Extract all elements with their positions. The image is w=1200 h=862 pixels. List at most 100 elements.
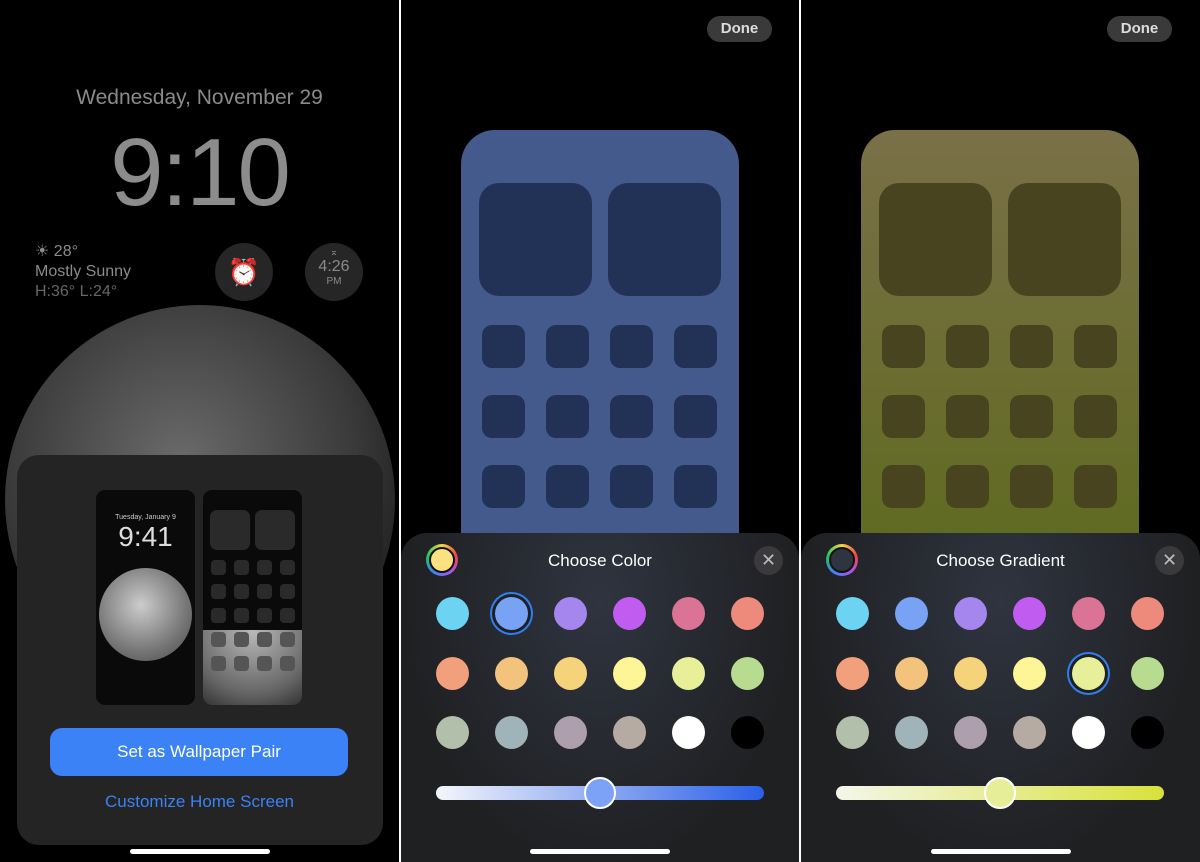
app-icon-placeholder: [946, 465, 989, 508]
wallpaper-pair-sheet: [17, 455, 383, 845]
color-swatch[interactable]: [836, 656, 869, 690]
app-icon-placeholder: [546, 395, 589, 438]
color-swatch[interactable]: [895, 656, 928, 690]
color-swatch[interactable]: [1013, 597, 1046, 630]
app-icon-placeholder: [1074, 325, 1117, 368]
home-indicator: [530, 849, 670, 854]
home-screen-preview: [203, 490, 302, 705]
weather-widget[interactable]: ☀ 28° Mostly Sunny H:36° L:24°: [35, 242, 131, 302]
preview-date: Tuesday, January 9: [115, 514, 176, 521]
color-swatch[interactable]: [1072, 597, 1105, 630]
done-button[interactable]: Done: [707, 16, 772, 42]
color-swatch[interactable]: [613, 656, 646, 690]
color-swatch[interactable]: [1013, 656, 1046, 690]
app-icon-placeholder: [280, 560, 295, 575]
color-swatch[interactable]: [1131, 716, 1164, 749]
app-icon-placeholder: [257, 632, 272, 647]
app-icon-placeholder: [234, 560, 249, 575]
app-icon-placeholder: [610, 395, 653, 438]
app-icon-placeholder: [882, 325, 925, 368]
sunset-time: 4:26: [318, 258, 350, 275]
app-icon-placeholder: [482, 395, 525, 438]
color-swatch[interactable]: [554, 656, 587, 690]
home-screen-preview: [461, 130, 739, 570]
app-icon-placeholder: [257, 560, 272, 575]
choose-color-panel: Done Choose Color ✕: [401, 0, 799, 862]
app-icon-placeholder: [1010, 325, 1053, 368]
sunset-ampm: PM: [326, 276, 342, 287]
color-swatch[interactable]: [613, 716, 646, 749]
home-indicator: [129, 849, 270, 854]
lock-date: Wednesday, November 29: [76, 86, 323, 109]
close-icon[interactable]: ✕: [754, 546, 783, 575]
color-swatch[interactable]: [1072, 656, 1105, 690]
widget-placeholder: [210, 510, 250, 550]
color-swatch[interactable]: [895, 716, 928, 749]
app-icon-placeholder: [257, 584, 272, 599]
app-icon-placeholder: [882, 465, 925, 508]
app-icon-placeholder: [1010, 395, 1053, 438]
color-swatch[interactable]: [554, 597, 587, 630]
color-swatch[interactable]: [954, 656, 987, 690]
color-swatch[interactable]: [836, 597, 869, 630]
color-swatch[interactable]: [495, 597, 528, 630]
sun-icon: ☀: [35, 243, 50, 260]
app-icon-placeholder: [257, 608, 272, 623]
color-swatch[interactable]: [895, 597, 928, 630]
color-swatch[interactable]: [731, 597, 764, 630]
widget-placeholder: [879, 183, 992, 296]
app-icon-placeholder: [546, 465, 589, 508]
app-icon-placeholder: [280, 584, 295, 599]
color-swatch[interactable]: [731, 656, 764, 690]
app-icon-placeholder: [211, 632, 226, 647]
app-icon-placeholder: [946, 395, 989, 438]
app-icon-placeholder: [234, 584, 249, 599]
customize-home-screen-link[interactable]: Customize Home Screen: [0, 792, 399, 812]
color-swatch[interactable]: [436, 716, 469, 749]
color-swatch[interactable]: [554, 716, 587, 749]
sheet-title: Choose Gradient: [936, 551, 1065, 570]
color-swatch[interactable]: [672, 716, 705, 749]
color-swatch[interactable]: [672, 656, 705, 690]
app-icon-placeholder: [946, 325, 989, 368]
weather-range: H:36° L:24°: [35, 283, 118, 300]
home-indicator: [930, 849, 1071, 854]
app-icon-placeholder: [674, 465, 717, 508]
app-icon-placeholder: [1074, 395, 1117, 438]
color-swatch[interactable]: [495, 656, 528, 690]
app-icon-placeholder: [280, 656, 295, 671]
done-button[interactable]: Done: [1107, 16, 1172, 42]
slider-thumb[interactable]: [984, 777, 1016, 809]
color-swatch[interactable]: [731, 716, 764, 749]
app-icon-placeholder: [546, 325, 589, 368]
color-swatch[interactable]: [836, 716, 869, 749]
color-swatch[interactable]: [1072, 716, 1105, 749]
sunset-widget[interactable]: ⌅ 4:26 PM: [305, 243, 363, 301]
color-swatch[interactable]: [954, 716, 987, 749]
app-icon-placeholder: [211, 560, 226, 575]
slider-thumb[interactable]: [584, 777, 616, 809]
app-icon-placeholder: [211, 584, 226, 599]
app-icon-placeholder: [234, 632, 249, 647]
widget-placeholder: [479, 183, 592, 296]
alarm-clock-icon[interactable]: ⏰: [215, 243, 273, 301]
preview-time: 9:41: [118, 521, 173, 552]
color-swatch[interactable]: [436, 656, 469, 690]
color-swatch[interactable]: [1131, 656, 1164, 690]
app-icon-placeholder: [482, 325, 525, 368]
set-wallpaper-pair-button[interactable]: Set as Wallpaper Pair: [50, 728, 348, 776]
choose-gradient-panel: Done Choose Gradient ✕: [801, 0, 1200, 862]
color-swatch[interactable]: [436, 597, 469, 630]
color-swatch[interactable]: [1013, 716, 1046, 749]
close-icon[interactable]: ✕: [1155, 546, 1184, 575]
lock-time: 9:10: [110, 119, 291, 226]
app-icon-placeholder: [211, 608, 226, 623]
color-swatch[interactable]: [672, 597, 705, 630]
color-swatch[interactable]: [954, 597, 987, 630]
color-swatch[interactable]: [495, 716, 528, 749]
color-swatch[interactable]: [1131, 597, 1164, 630]
home-screen-preview: [861, 130, 1139, 570]
color-swatch[interactable]: [613, 597, 646, 630]
weather-temp: 28°: [53, 243, 78, 260]
app-icon-placeholder: [257, 656, 272, 671]
